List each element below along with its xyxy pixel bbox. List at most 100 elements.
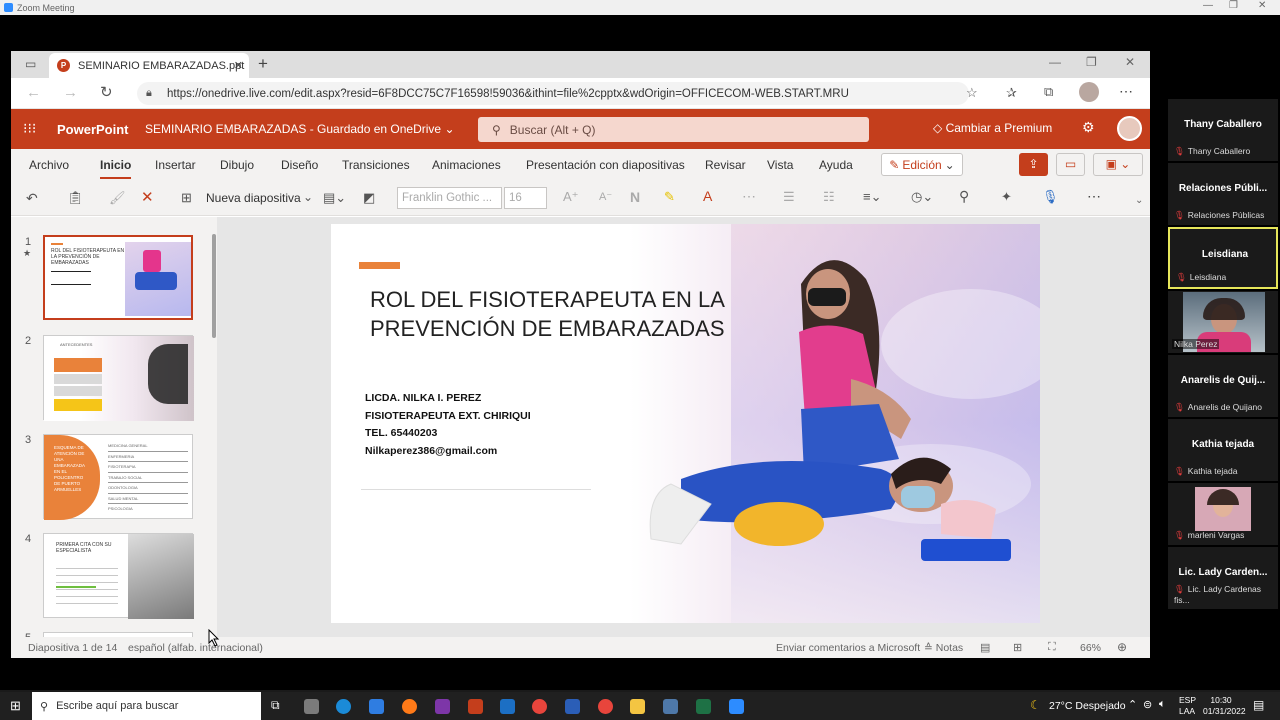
back-icon[interactable]: ← [26, 84, 41, 101]
close-icon[interactable]: ✕ [1258, 0, 1266, 11]
participant-tile-video[interactable]: Nilka Perez [1168, 291, 1278, 353]
app-icon[interactable] [663, 699, 678, 714]
share-icon[interactable]: ⇪ [1019, 153, 1048, 176]
slide-subtitle[interactable]: LICDA. NILKA I. PEREZ FISIOTERAPEUTA EXT… [365, 390, 531, 460]
more-options-icon[interactable]: ⋯ [1119, 83, 1133, 100]
tab-diseno[interactable]: Diseño [281, 158, 318, 172]
favorite-star-icon[interactable]: ☆ [966, 85, 978, 101]
numbering-icon[interactable]: ☷ [823, 189, 835, 205]
taskbar-search-input[interactable]: ⚲ Escribe aquí para buscar [32, 692, 261, 720]
align-icon[interactable]: ≡⌄ [863, 189, 881, 205]
tab-actions-icon[interactable]: ▭ [25, 57, 36, 71]
slide-canvas[interactable]: ROL DEL FISIOTERAPEUTA EN LA PREVENCIÓN … [331, 224, 1040, 623]
tab-animaciones[interactable]: Animaciones [432, 158, 501, 172]
background-icon[interactable]: ◩ [363, 190, 375, 206]
tab-vista[interactable]: Vista [767, 158, 793, 172]
tab-inicio[interactable]: Inicio [100, 158, 132, 179]
highlight-icon[interactable]: ✎ [664, 189, 675, 205]
new-tab-icon[interactable]: + [258, 54, 268, 74]
tab-ayuda[interactable]: Ayuda [819, 158, 853, 172]
language-indicator-tray[interactable]: ESP LAA [1179, 695, 1196, 717]
more-font-icon[interactable]: ⋯ [742, 188, 756, 205]
doc-title[interactable]: SEMINARIO EMBARAZADAS - Guardado en OneD… [145, 122, 455, 136]
participant-tile[interactable]: Anarelis de Quij... 🎙︎ Anarelis de Quijan… [1168, 355, 1278, 417]
store-icon[interactable] [369, 699, 384, 714]
search-input[interactable]: ⚲ Buscar (Alt + Q) [478, 117, 869, 142]
participant-tile[interactable]: Lic. Lady Carden... 🎙︎ Lic. Lady Cardenas… [1168, 547, 1278, 609]
grow-font-icon[interactable]: A⁺ [563, 189, 579, 205]
chrome-icon[interactable] [598, 699, 613, 714]
chevron-down-icon[interactable]: ⌄ [303, 190, 313, 204]
designer-icon[interactable]: ✦ [1001, 189, 1012, 205]
tab-transiciones[interactable]: Transiciones [342, 158, 410, 172]
slide-sorter-icon[interactable]: ⊞ [1013, 641, 1022, 654]
participant-tile[interactable]: Kathia tejada 🎙︎ Kathia tejada [1168, 419, 1278, 481]
url-field[interactable]: 🔒︎ https://onedrive.live.com/edit.aspx?r… [137, 82, 969, 105]
app-launcher-icon[interactable]: ⁝⁝⁝ [23, 120, 36, 137]
task-view-icon[interactable]: ⧉ [271, 698, 280, 713]
collections-icon[interactable]: ⧉ [1044, 84, 1053, 100]
tab-archivo[interactable]: Archivo [29, 158, 69, 172]
app-icon[interactable] [304, 699, 319, 714]
comments-icon[interactable]: ▭ [1056, 153, 1085, 176]
tab-insertar[interactable]: Insertar [155, 158, 196, 172]
chrome-icon[interactable] [532, 699, 547, 714]
tray-arrow-icon[interactable]: ⌃ [1128, 698, 1137, 711]
participant-tile[interactable]: Thany Caballero 🎙︎ Thany Caballero [1168, 99, 1278, 161]
user-avatar[interactable] [1117, 116, 1142, 141]
font-name-field[interactable]: Franklin Gothic ... [397, 187, 502, 209]
zoom-app-icon[interactable] [729, 699, 744, 714]
firefox-icon[interactable] [402, 699, 417, 714]
minimize-icon[interactable]: — [1203, 0, 1213, 11]
undo-icon[interactable]: ↶ [26, 190, 38, 207]
font-color-icon[interactable]: A [703, 188, 712, 204]
more-commands-icon[interactable]: ⋯ [1087, 188, 1101, 205]
restore-icon[interactable]: ❐ [1229, 0, 1238, 11]
tab-revisar[interactable]: Revisar [705, 158, 746, 172]
thumbnail-slide-1[interactable]: ROL DEL FISIOTERAPEUTA EN LA PREVENCIÓN … [43, 235, 193, 320]
word-icon[interactable] [565, 699, 580, 714]
onenote-icon[interactable] [435, 699, 450, 714]
browser-tab[interactable]: P SEMINARIO EMBARAZADAS.ppt ✕ [49, 53, 249, 78]
thumbnail-slide-3[interactable]: ESQUEMA DE ATENCIÓN DE UNA EMBARAZADA EN… [43, 434, 193, 520]
thumbnail-slide-4[interactable]: PRIMERA CITA CON SU ESPECIALISTA [43, 533, 194, 619]
feedback-link[interactable]: Enviar comentarios a Microsoft [776, 642, 920, 654]
participant-tile[interactable]: Relaciones Públi... 🎙︎ Relaciones Pública… [1168, 163, 1278, 225]
file-explorer-icon[interactable] [630, 699, 645, 714]
paste-icon[interactable]: 📋︎ [67, 190, 84, 206]
font-size-field[interactable]: 16 [504, 187, 547, 209]
collapse-ribbon-icon[interactable]: ⌄ [1135, 195, 1143, 206]
thumbnail-slide-2[interactable]: ANTECEDENTES [43, 335, 194, 421]
new-slide-button[interactable]: Nueva diapositiva [206, 191, 301, 205]
browser-close-icon[interactable]: ✕ [1125, 55, 1135, 69]
forward-icon[interactable]: → [63, 84, 78, 101]
notes-button[interactable]: ≙ Notas [924, 642, 963, 654]
windows-start-icon[interactable]: ⊞ [10, 698, 21, 714]
edit-mode-dropdown[interactable]: ✎ Edición ⌄ [881, 153, 963, 176]
clock[interactable]: 10:30 01/31/2022 [1203, 695, 1246, 717]
participant-tile-active[interactable]: Leisdiana 🎙︎ Leisdiana [1168, 227, 1278, 289]
excel-icon[interactable] [696, 699, 711, 714]
tab-presentacion[interactable]: Presentación con diapositivas [526, 158, 685, 172]
fit-slide-icon[interactable]: ⊕ [1117, 640, 1127, 654]
shapes-icon[interactable]: ◷⌄ [911, 189, 933, 205]
participant-tile-photo[interactable]: 🎙︎ marleni Vargas [1168, 483, 1278, 545]
thumbnail-scrollbar[interactable] [212, 234, 216, 338]
format-painter-icon[interactable]: 🖌︎ [109, 190, 126, 206]
volume-icon[interactable]: 🔈︎ [1159, 698, 1166, 711]
slide-title[interactable]: ROL DEL FISIOTERAPEUTA EN LA PREVENCIÓN … [370, 285, 725, 343]
tab-dibujo[interactable]: Dibujo [220, 158, 254, 172]
browser-restore-icon[interactable]: ❐ [1086, 55, 1097, 69]
weather-text[interactable]: 27°C Despejado [1049, 700, 1126, 712]
clear-format-icon[interactable]: N [630, 189, 640, 205]
bullets-icon[interactable]: ☰ [783, 189, 795, 205]
delete-icon[interactable]: ✕ [141, 188, 154, 206]
slideshow-icon[interactable]: ⛶ [1048, 641, 1056, 654]
powerpoint-icon[interactable] [468, 699, 483, 714]
refresh-icon[interactable]: ↻ [100, 83, 113, 101]
shrink-font-icon[interactable]: A⁻ [599, 190, 612, 203]
dictate-icon[interactable]: 🎙︎ [1042, 189, 1059, 205]
favorites-icon[interactable]: ✰ [1006, 85, 1017, 101]
browser-minimize-icon[interactable]: — [1049, 55, 1061, 69]
edge-icon[interactable] [336, 699, 351, 714]
